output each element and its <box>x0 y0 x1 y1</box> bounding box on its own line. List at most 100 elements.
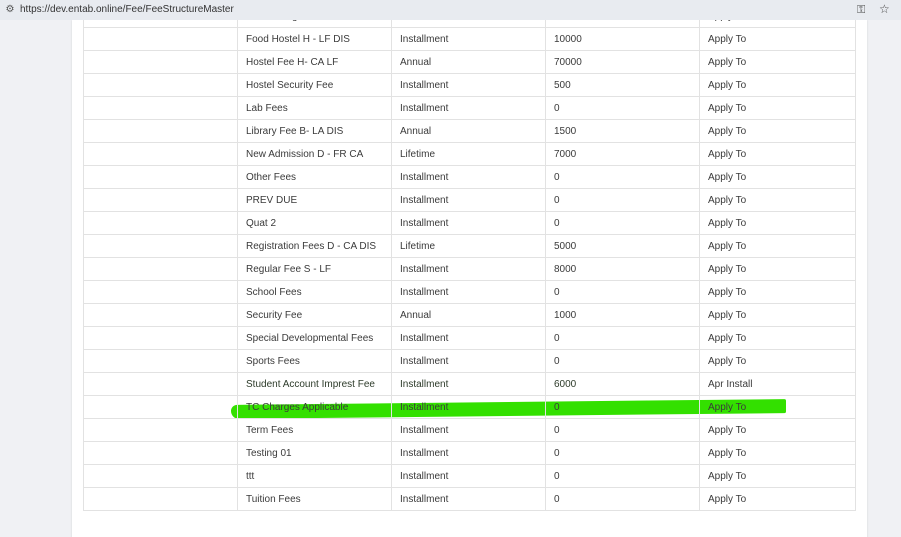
apply-to-link[interactable]: Apply To <box>699 188 856 212</box>
apply-to-link-text[interactable]: Apply To <box>708 494 746 505</box>
fee-amount-cell: 0 <box>545 188 700 212</box>
apply-to-link-text[interactable]: Apply To <box>708 34 746 45</box>
apply-to-link-text[interactable]: Apply To <box>708 448 746 459</box>
fee-amount-cell: 0 <box>545 280 700 304</box>
apply-to-link-text[interactable]: Apply To <box>708 103 746 114</box>
select-cell <box>83 20 238 28</box>
fee-type-cell: Installment <box>391 165 546 189</box>
select-cell <box>83 96 238 120</box>
fee-amount-cell: 0 <box>545 96 700 120</box>
fee-amount-cell-text: 0 <box>554 424 560 436</box>
fee-name-cell: New Admission D - FR CA <box>237 142 392 166</box>
fee-type-cell: Installment <box>391 326 546 350</box>
fee-type-cell: Lifetime <box>391 142 546 166</box>
star-icon[interactable]: ☆ <box>879 2 890 17</box>
url-text[interactable]: https://dev.entab.online/Fee/FeeStructur… <box>20 3 234 17</box>
apply-to-link-text[interactable]: Apply To <box>708 356 746 367</box>
fee-type-cell: Installment <box>391 464 546 488</box>
fee-name-cell-text: School Fees <box>246 286 302 298</box>
fee-amount-cell-text: 1000 <box>554 309 577 321</box>
apply-to-link-text[interactable]: Apply To <box>708 172 746 183</box>
apply-to-link[interactable]: Apply To <box>699 395 856 419</box>
table-row: Library Fee B- LA DIS Annual 1500 Apply To <box>83 119 856 143</box>
select-cell <box>83 119 238 143</box>
fee-amount-cell-text: 0 <box>554 470 560 482</box>
apply-to-link-text[interactable]: Apply To <box>708 218 746 229</box>
apply-to-link[interactable]: Apply To <box>699 464 856 488</box>
apply-to-link-text[interactable]: Apply To <box>708 20 746 22</box>
table-row: Term Fees Installment 0 Apply To <box>83 418 856 442</box>
fee-name-cell-text: PREV DUE <box>246 194 298 206</box>
fee-name-cell-text: Quat 2 <box>246 217 277 229</box>
apply-to-link-text[interactable]: Apply To <box>708 195 746 206</box>
table-row: Lab Fees Installment 0 Apply To <box>83 96 856 120</box>
fee-name-cell-text: Student Account Imprest Fee <box>246 378 375 390</box>
apply-to-link-text[interactable]: Apply To <box>708 471 746 482</box>
select-cell <box>83 326 238 350</box>
fee-name-cell-text: Food Hostel H - LF DIS <box>246 33 350 45</box>
apply-to-link[interactable]: Apply To <box>699 20 856 28</box>
fee-type-cell: Installment <box>391 188 546 212</box>
apply-to-link-text[interactable]: Apr Install <box>708 379 752 390</box>
apply-to-link[interactable]: Apply To <box>699 418 856 442</box>
key-icon[interactable]: ⚿ <box>857 3 865 17</box>
table-row: Food Hostel H - LF DIS Installment 10000 Ap… <box>83 27 856 51</box>
apply-to-link[interactable]: Apply To <box>699 326 856 350</box>
apply-to-link-text[interactable]: Apply To <box>708 241 746 252</box>
apply-to-link[interactable]: Apply To <box>699 280 856 304</box>
apply-to-link[interactable]: Apply To <box>699 142 856 166</box>
fee-name-cell-text: Lab Fees <box>246 102 288 114</box>
apply-to-link[interactable]: Apply To <box>699 349 856 373</box>
apply-to-link-text[interactable]: Apply To <box>708 264 746 275</box>
select-cell <box>83 234 238 258</box>
apply-to-link[interactable]: Apply To <box>699 211 856 235</box>
apply-to-link[interactable]: Apply To <box>699 487 856 511</box>
apply-to-link[interactable]: Apr Install <box>699 372 856 396</box>
fee-type-cell: Installment <box>391 20 546 28</box>
apply-to-link[interactable]: Apply To <box>699 27 856 51</box>
apply-to-link[interactable]: Apply To <box>699 303 856 327</box>
fee-name-cell-text: Hostel Security Fee <box>246 79 334 91</box>
table-row: Student Account Imprest Fee Installment 60… <box>83 372 856 396</box>
fee-amount-cell-text: 500 <box>554 79 571 91</box>
fee-amount-cell-text: 6000 <box>554 378 577 390</box>
fee-name-cell: Term Fees <box>237 418 392 442</box>
apply-to-link[interactable]: Apply To <box>699 73 856 97</box>
apply-to-link[interactable]: Apply To <box>699 441 856 465</box>
site-info-icon[interactable]: ⚙ <box>4 4 16 16</box>
apply-to-link[interactable]: Apply To <box>699 119 856 143</box>
fee-name-cell-text: Other Fees <box>246 171 297 183</box>
fee-amount-cell-text: 8000 <box>554 263 577 275</box>
apply-to-link-text[interactable]: Apply To <box>708 126 746 137</box>
apply-to-link[interactable]: Apply To <box>699 96 856 120</box>
fee-type-cell: Lifetime <box>391 234 546 258</box>
apply-to-link-text[interactable]: Apply To <box>708 425 746 436</box>
fee-type-cell-text: Installment <box>400 493 449 505</box>
apply-to-link-text[interactable]: Apply To <box>708 333 746 344</box>
apply-to-link-text[interactable]: Apply To <box>708 149 746 160</box>
fee-name-cell: Tuition Fees <box>237 487 392 511</box>
fee-name-cell: PREV DUE <box>237 188 392 212</box>
apply-to-link-text[interactable]: Apply To <box>708 80 746 91</box>
fee-amount-cell: 6000 <box>545 372 700 396</box>
fee-name-cell-text: Regular Fee S - LF <box>246 263 332 275</box>
fee-amount-cell-text: 0 <box>554 447 560 459</box>
apply-to-link-text[interactable]: Apply To <box>708 402 746 413</box>
fee-type-cell-text: Installment <box>400 20 448 22</box>
select-cell <box>83 464 238 488</box>
fee-amount-cell: 0 <box>545 165 700 189</box>
fee-structure-table: Fee TestingInstallment0Apply ToFood Host… <box>83 20 856 511</box>
table-row: Fee Testing Installment 0 Apply To <box>83 20 856 28</box>
apply-to-link-text[interactable]: Apply To <box>708 287 746 298</box>
apply-to-link[interactable]: Apply To <box>699 50 856 74</box>
apply-to-link[interactable]: Apply To <box>699 165 856 189</box>
fee-name-cell-text: Library Fee B- LA DIS <box>246 125 344 137</box>
apply-to-link-text[interactable]: Apply To <box>708 57 746 68</box>
fee-type-cell-text: Lifetime <box>400 240 436 252</box>
apply-to-link[interactable]: Apply To <box>699 257 856 281</box>
fee-amount-cell-text: 0 <box>554 102 560 114</box>
fee-name-cell: Fee Testing <box>237 20 392 28</box>
apply-to-link-text[interactable]: Apply To <box>708 310 746 321</box>
fee-amount-cell-text: 0 <box>554 171 560 183</box>
apply-to-link[interactable]: Apply To <box>699 234 856 258</box>
